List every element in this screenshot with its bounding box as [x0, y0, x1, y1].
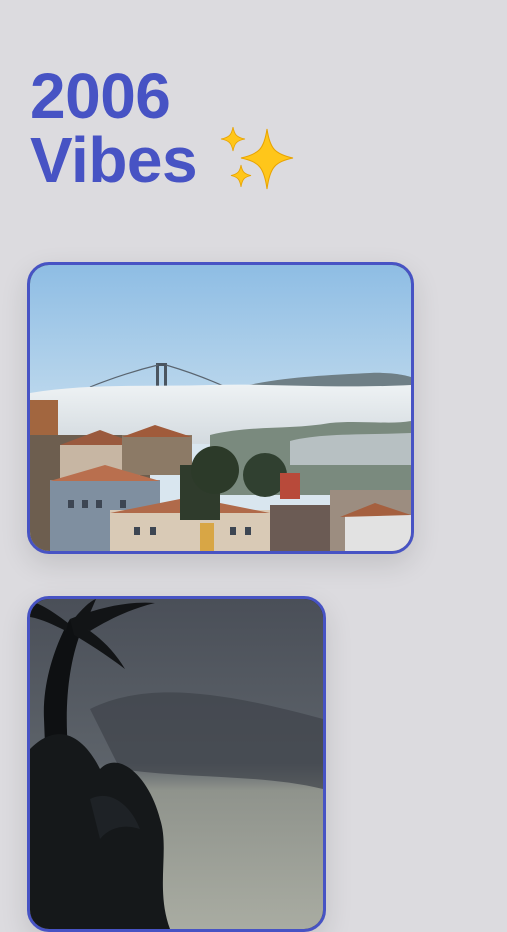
photo-card-palm[interactable]: [27, 596, 326, 932]
photo-card-fog-bridge[interactable]: [27, 262, 414, 554]
title-line-year: 2006: [30, 60, 171, 132]
title-line-word: Vibes: [30, 124, 198, 196]
palm-silhouette-photo: [30, 599, 323, 929]
page-title: 2006 Vibes: [30, 64, 297, 192]
sparkles-icon: [221, 127, 294, 190]
foggy-bridge-photo: [30, 265, 411, 551]
